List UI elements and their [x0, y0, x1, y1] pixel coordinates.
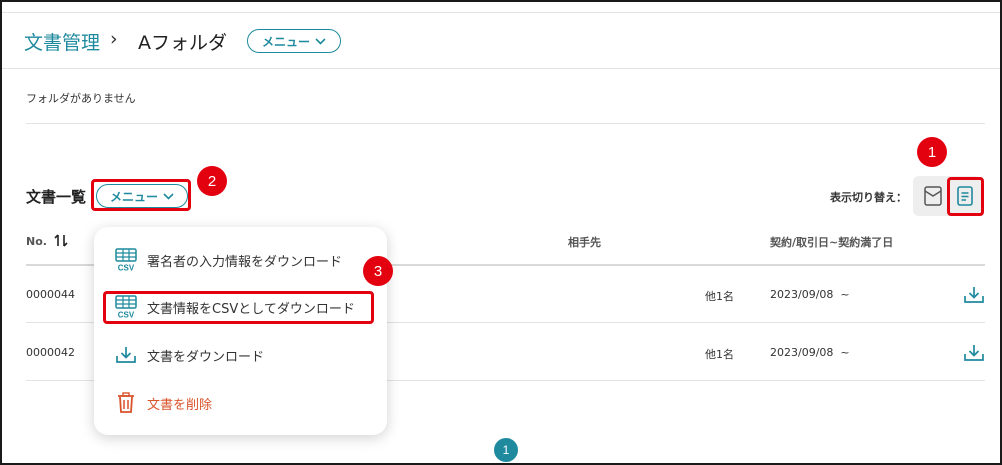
row-others: 他1名 [705, 348, 734, 361]
menu-item-label: 文書を削除 [147, 397, 213, 413]
download-icon[interactable] [963, 285, 985, 305]
download-icon[interactable] [963, 343, 985, 363]
view-toggle-label: 表示切り替え： [830, 191, 907, 204]
download-icon [114, 343, 138, 367]
column-header-no-label: No. [26, 235, 47, 248]
highlight-box-csv-item [103, 291, 374, 324]
step-badge-1: 1 [917, 137, 947, 167]
document-list-title: 文書一覧 [26, 188, 87, 206]
folder-menu-label: メニュー [261, 34, 310, 49]
empty-folder-message: フォルダがありません [26, 92, 136, 105]
menu-item-delete-document[interactable]: 文書を削除 [94, 383, 387, 423]
column-header-counterparty: 相手先 [568, 236, 601, 249]
trash-icon [114, 391, 138, 415]
csv-icon: CSV [114, 248, 138, 272]
chevron-down-icon [315, 37, 326, 45]
svg-text:CSV: CSV [118, 264, 135, 273]
list-menu-dropdown: CSV 署名者の入力情報をダウンロード CSV 文書情報をCSVとしてダウンロー… [94, 227, 387, 435]
row-date: 2023/09/08 ~ [770, 346, 850, 359]
breadcrumb-root[interactable]: 文書管理 [24, 28, 100, 55]
step-badge-2: 2 [197, 166, 227, 196]
highlight-box-list-menu [91, 179, 191, 211]
breadcrumb-current: Aフォルダ [138, 32, 227, 54]
page-frame: 文書管理 › Aフォルダ メニュー フォルダがありません 文書一覧 メニュー 2… [0, 0, 1002, 465]
column-header-dates: 契約/取引日~契約満了日 [770, 236, 894, 249]
breadcrumb-separator: › [110, 28, 118, 50]
highlight-box-list-view [947, 177, 984, 216]
row-date: 2023/09/08 ~ [770, 288, 850, 301]
section-divider [26, 123, 985, 124]
pagination-current-page[interactable]: 1 [494, 438, 518, 462]
column-header-no[interactable]: No. [26, 234, 68, 248]
row-number: 0000042 [26, 346, 75, 359]
menu-item-download-signer-info[interactable]: CSV 署名者の入力情報をダウンロード [94, 240, 387, 280]
sort-icon [54, 234, 68, 247]
menu-item-label: 署名者の入力情報をダウンロード [147, 254, 343, 270]
row-others: 他1名 [705, 290, 734, 303]
step-badge-3: 3 [363, 256, 393, 286]
menu-item-label: 文書をダウンロード [147, 349, 265, 365]
folder-menu-button[interactable]: メニュー [247, 29, 341, 53]
row-number: 0000044 [26, 288, 75, 301]
card-view-icon[interactable] [921, 184, 945, 208]
page-header: 文書管理 › Aフォルダ メニュー [2, 13, 1000, 69]
menu-item-download-document[interactable]: 文書をダウンロード [94, 335, 387, 375]
